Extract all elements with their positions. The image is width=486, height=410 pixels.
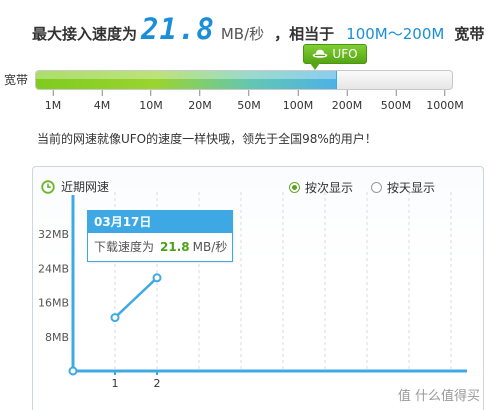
speed-test-result: 最大接入速度为 21.8 MB/秒 ，相当于 100M～200M 宽带 UFO … (0, 0, 486, 410)
tooltip-unit: MB/秒 (192, 240, 228, 254)
x-tick-label: 2 (154, 377, 161, 390)
speed-line-chart: 32MB 24MB 16MB 8MB 1 2 (38, 192, 467, 390)
tooltip-body: 下载速度为 21.8 MB/秒 (88, 233, 232, 255)
data-point (152, 273, 162, 283)
x-tick-label: 1 (112, 377, 119, 390)
y-tick-label: 24MB (38, 262, 69, 275)
axis-origin (68, 366, 78, 376)
tooltip-value: 21.8 (160, 240, 190, 254)
series-line (114, 276, 158, 319)
y-tick-label: 32MB (38, 228, 69, 241)
watermark: 值 什么值得买 (398, 385, 480, 404)
tooltip-date: 03月17日 (88, 211, 232, 233)
data-point (110, 313, 120, 323)
y-tick-label: 16MB (38, 297, 69, 310)
tooltip-label: 下载速度为 (94, 240, 155, 254)
y-tick-label: 8MB (45, 331, 69, 344)
data-tooltip: 03月17日 下载速度为 21.8 MB/秒 (87, 210, 233, 262)
watermark-text: 值 什么值得买 (397, 389, 480, 404)
